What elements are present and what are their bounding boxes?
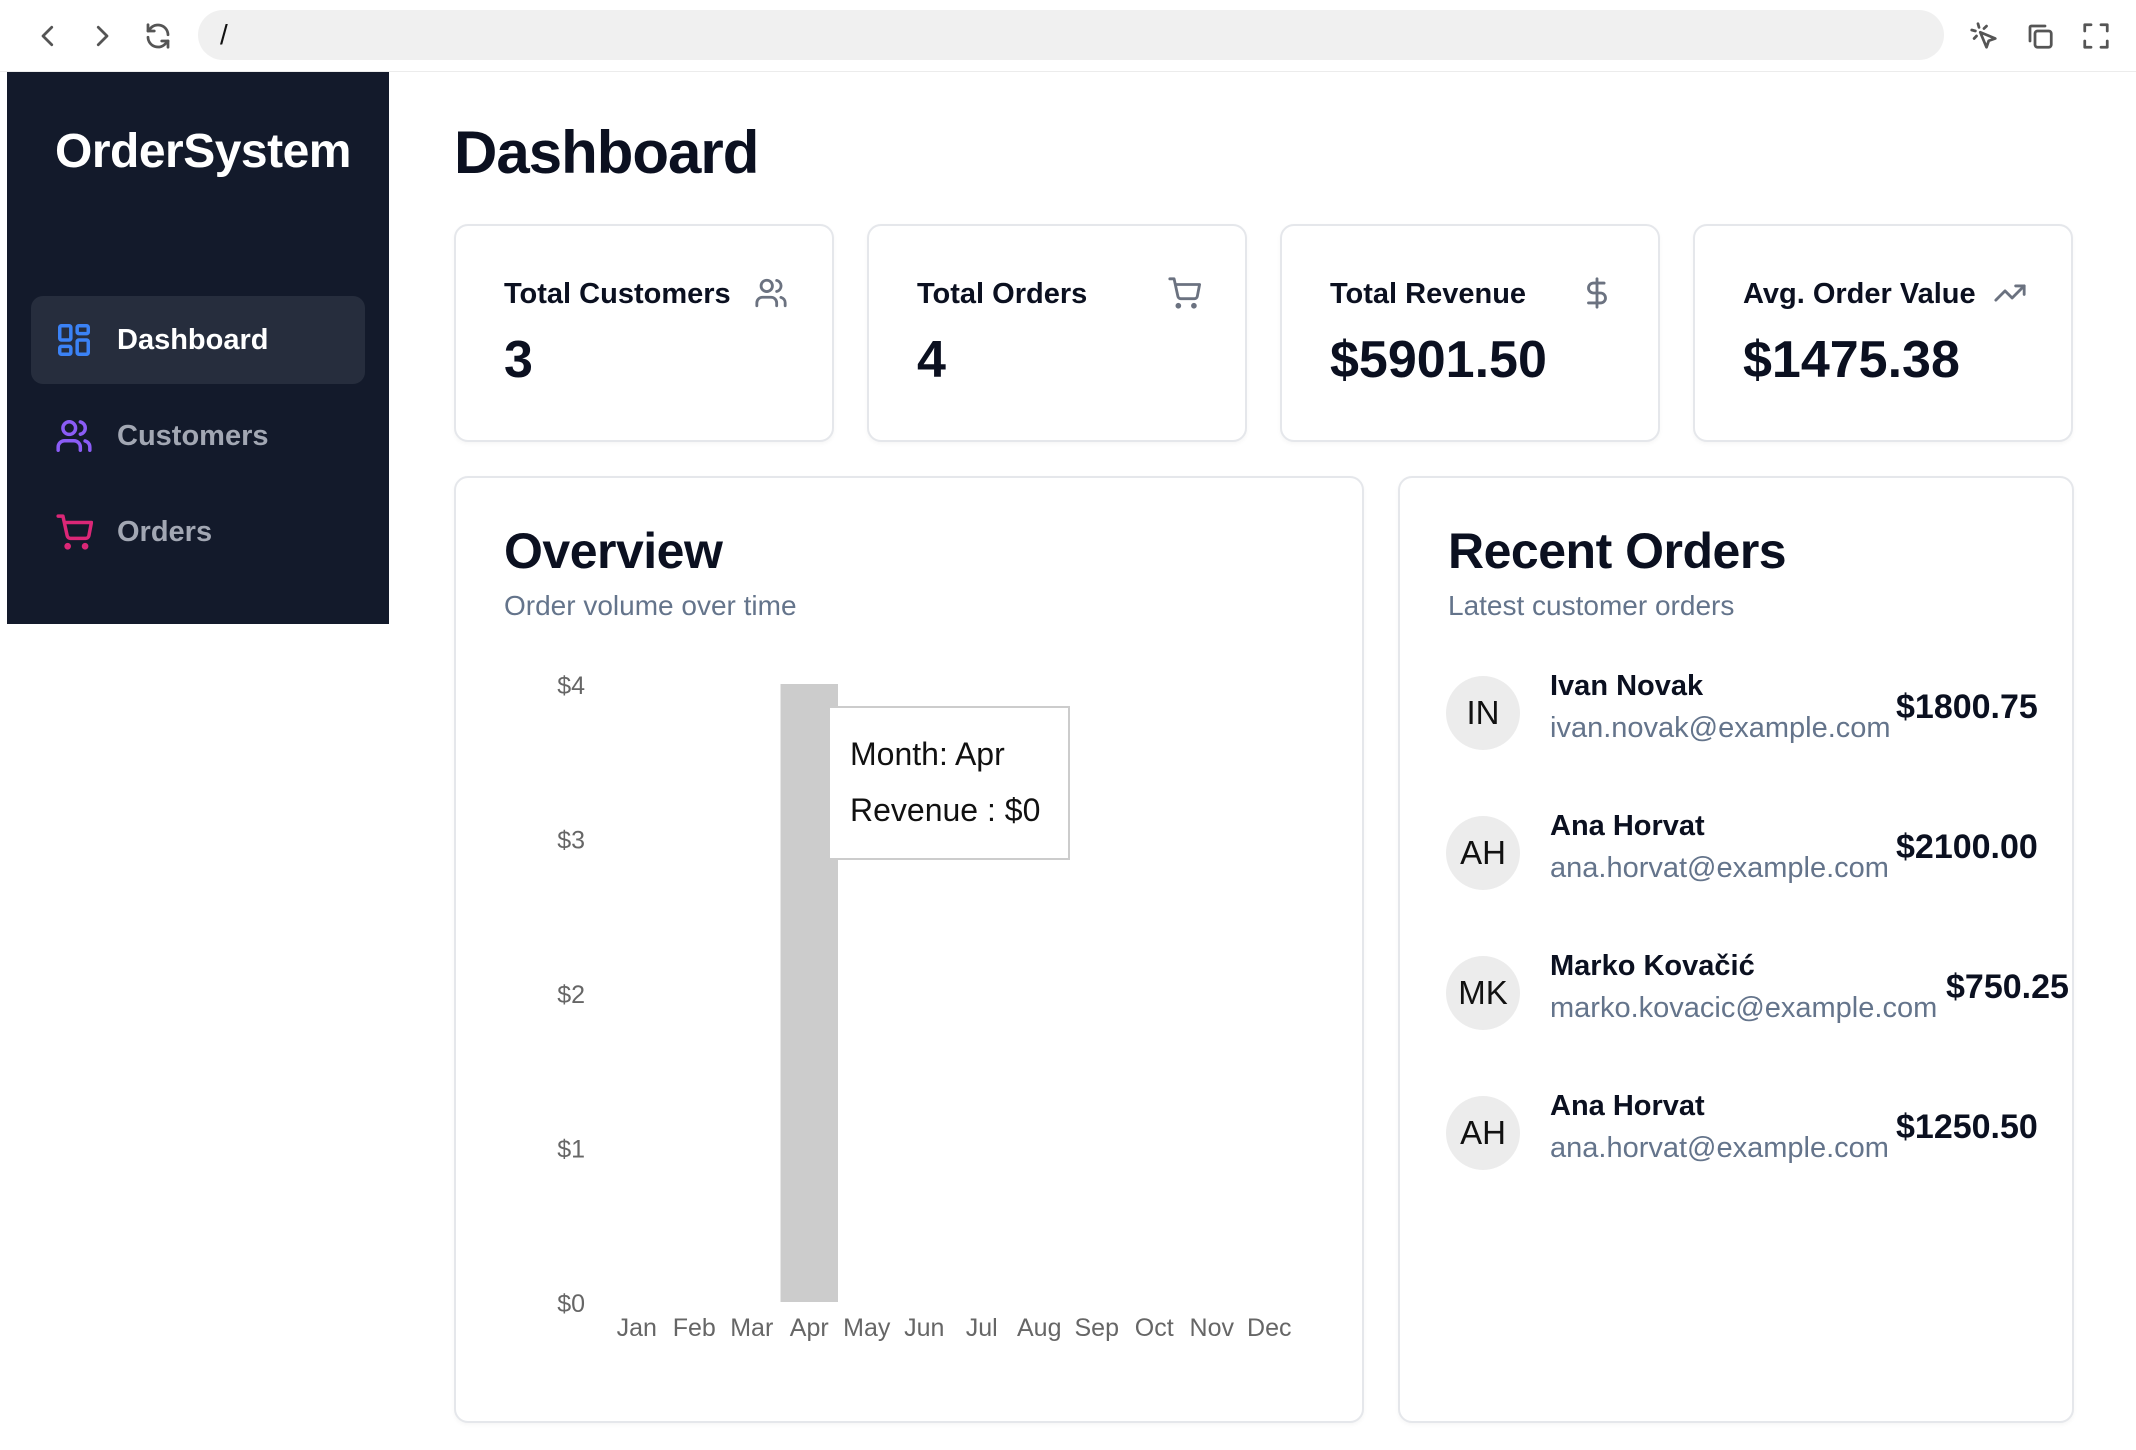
overview-subtitle: Order volume over time	[504, 590, 797, 621]
recent-orders-panel: Recent Orders Latest customer orders IN …	[1398, 476, 2074, 1423]
order-row[interactable]: AH Ana Horvat ana.horvat@example.com $12…	[1446, 1090, 2086, 1186]
order-amount: $2100.00	[1896, 828, 2038, 866]
dollar-icon	[1580, 276, 1614, 310]
stat-card-total-customers: Total Customers 3	[454, 224, 834, 442]
recent-orders-title: Recent Orders	[1448, 523, 1787, 579]
order-customer-email: ivan.novak@example.com	[1550, 712, 1891, 744]
sidebar-item-label: Dashboard	[117, 323, 269, 356]
overview-title: Overview	[504, 523, 723, 579]
sidebar-item-label: Orders	[117, 515, 213, 548]
page-title: Dashboard	[454, 119, 759, 186]
sidebar-item-customers[interactable]: Customers	[31, 392, 365, 480]
back-button[interactable]	[26, 14, 70, 58]
order-customer-name: Ivan Novak	[1550, 670, 1704, 702]
avatar: MK	[1446, 956, 1520, 1030]
browser-toolbar: /	[0, 0, 2136, 72]
tooltip-revenue: Revenue : $0	[850, 792, 1041, 828]
tooltip-month: Month: Apr	[850, 736, 1005, 772]
forward-button[interactable]	[80, 14, 124, 58]
order-amount: $1800.75	[1896, 688, 2038, 726]
avatar: AH	[1446, 816, 1520, 890]
fullscreen-button[interactable]	[2074, 14, 2118, 58]
stat-value: 4	[917, 331, 946, 389]
order-amount: $750.25	[1946, 968, 2069, 1006]
stat-label: Avg. Order Value	[1743, 278, 1976, 310]
users-icon	[56, 420, 92, 452]
chart-tooltip: Month: Apr Revenue : $0	[828, 706, 1070, 860]
address-bar[interactable]: /	[198, 10, 1944, 60]
stat-card-avg-order-value: Avg. Order Value $1475.38	[1693, 224, 2073, 442]
chevron-left-icon	[41, 25, 54, 47]
inspect-button[interactable]	[1962, 14, 2006, 58]
order-customer-name: Ana Horvat	[1550, 1090, 1705, 1122]
chevron-right-icon	[96, 25, 109, 47]
fullscreen-icon	[2083, 23, 2109, 49]
layout-grid-icon	[58, 324, 90, 356]
order-customer-name: Ana Horvat	[1550, 810, 1705, 842]
avatar: AH	[1446, 1096, 1520, 1170]
stat-label: Total Orders	[917, 278, 1088, 310]
cart-icon	[1167, 276, 1201, 310]
stat-value: $1475.38	[1743, 331, 1960, 389]
stat-value: $5901.50	[1330, 331, 1547, 389]
order-customer-email: marko.kovacic@example.com	[1550, 992, 1938, 1024]
stat-value: 3	[504, 331, 533, 389]
order-row[interactable]: MK Marko Kovačić marko.kovacic@example.c…	[1446, 950, 2086, 1046]
stat-label: Total Customers	[504, 278, 731, 310]
copy-button[interactable]	[2018, 14, 2062, 58]
stat-card-total-orders: Total Orders 4	[867, 224, 1247, 442]
overview-panel: Overview Order volume over time	[454, 476, 1364, 1423]
order-customer-name: Marko Kovačić	[1550, 950, 1755, 982]
sidebar: OrderSystem Dashboard Customers Orders	[7, 72, 389, 624]
trending-up-icon	[1993, 276, 2027, 310]
cursor-click-icon	[1970, 22, 1997, 49]
stat-card-total-revenue: Total Revenue $5901.50	[1280, 224, 1660, 442]
sidebar-item-dashboard[interactable]: Dashboard	[31, 296, 365, 384]
recent-orders-subtitle: Latest customer orders	[1448, 590, 1735, 621]
order-row[interactable]: AH Ana Horvat ana.horvat@example.com $21…	[1446, 810, 2086, 906]
order-customer-email: ana.horvat@example.com	[1550, 852, 1889, 884]
users-icon	[754, 276, 788, 310]
order-customer-email: ana.horvat@example.com	[1550, 1132, 1889, 1164]
order-row[interactable]: IN Ivan Novak ivan.novak@example.com $18…	[1446, 670, 2086, 766]
order-amount: $1250.50	[1896, 1108, 2038, 1146]
sidebar-item-label: Customers	[117, 419, 269, 452]
cart-icon	[56, 514, 93, 550]
copy-icon	[2028, 24, 2053, 49]
brand-logo: OrderSystem	[55, 125, 351, 178]
stat-label: Total Revenue	[1330, 278, 1527, 310]
reload-button[interactable]	[136, 14, 180, 58]
sidebar-item-orders[interactable]: Orders	[31, 488, 365, 576]
reload-icon	[146, 23, 170, 49]
avatar: IN	[1446, 676, 1520, 750]
